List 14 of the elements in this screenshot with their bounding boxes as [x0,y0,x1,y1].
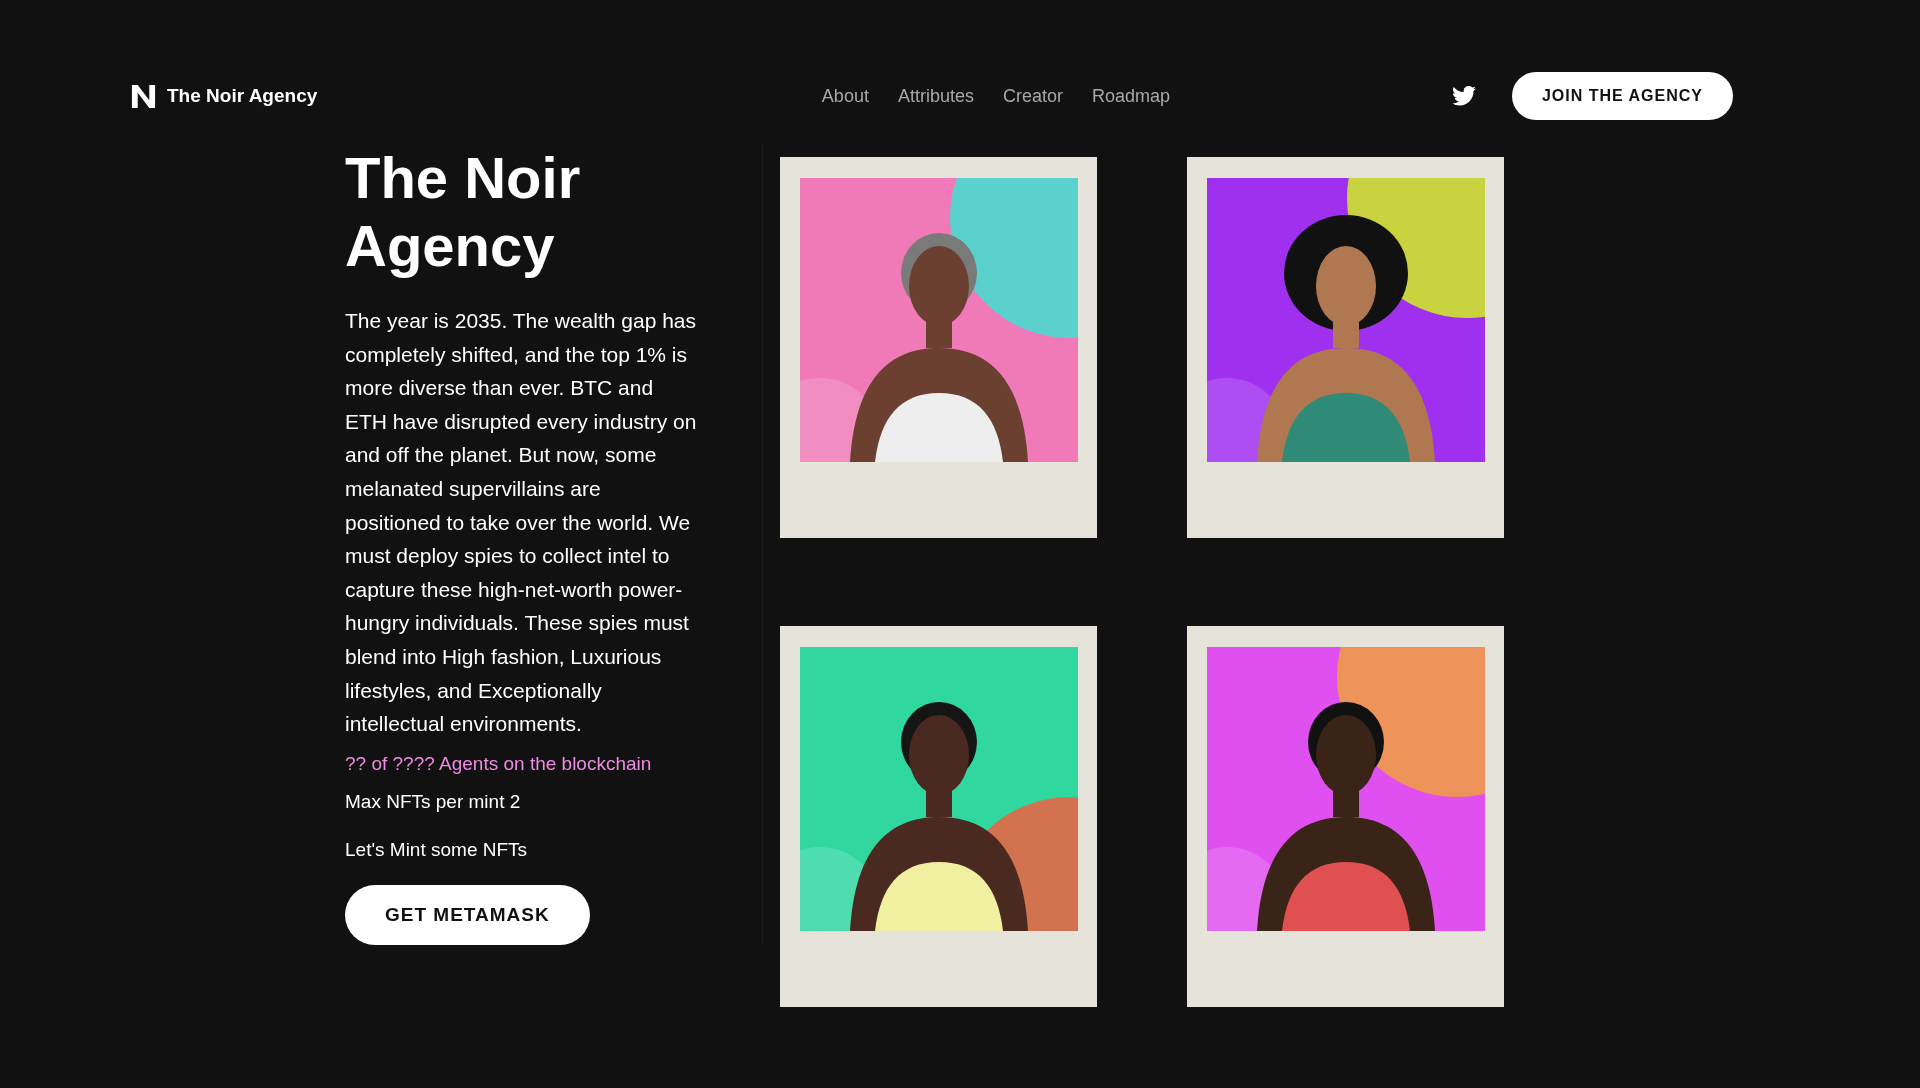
hero-title: The Noir Agency [345,144,582,280]
logo-icon [130,82,157,110]
supply-text: ?? of ???? Agents on the blockchain [345,752,653,775]
logo-text: The Noir Agency [167,85,318,107]
nav-link[interactable]: Attributes [897,85,974,107]
nav-link[interactable]: Roadmap [1092,85,1171,107]
metamask-button[interactable]: GET METAMASK [345,884,590,945]
max-mint-text: Max NFTs per mint 2 [345,790,522,813]
twitter-bird-icon[interactable] [1451,86,1476,106]
nav-link[interactable]: Creator [1002,85,1063,107]
description-paragraph: The year is 2035. The wealth gap has completely shifted, and the top 1% is more diverse than ever. BTC and ETH have disrupted every industry on and off the planet. But now, some melanated supervillains are positioned to take over the world. We must deploy spies to collect intel to capture these high-net-worth power-hungry individuals. These spies must blend into High fashion, Luxurious lifestyles, and Exceptionally intellectual environments. [345,308,697,738]
nav-link[interactable]: About [821,85,869,107]
mint-prompt-text: Let's Mint some NFTs [345,838,529,861]
join-button[interactable]: JOIN THE AGENCY [1511,72,1733,120]
